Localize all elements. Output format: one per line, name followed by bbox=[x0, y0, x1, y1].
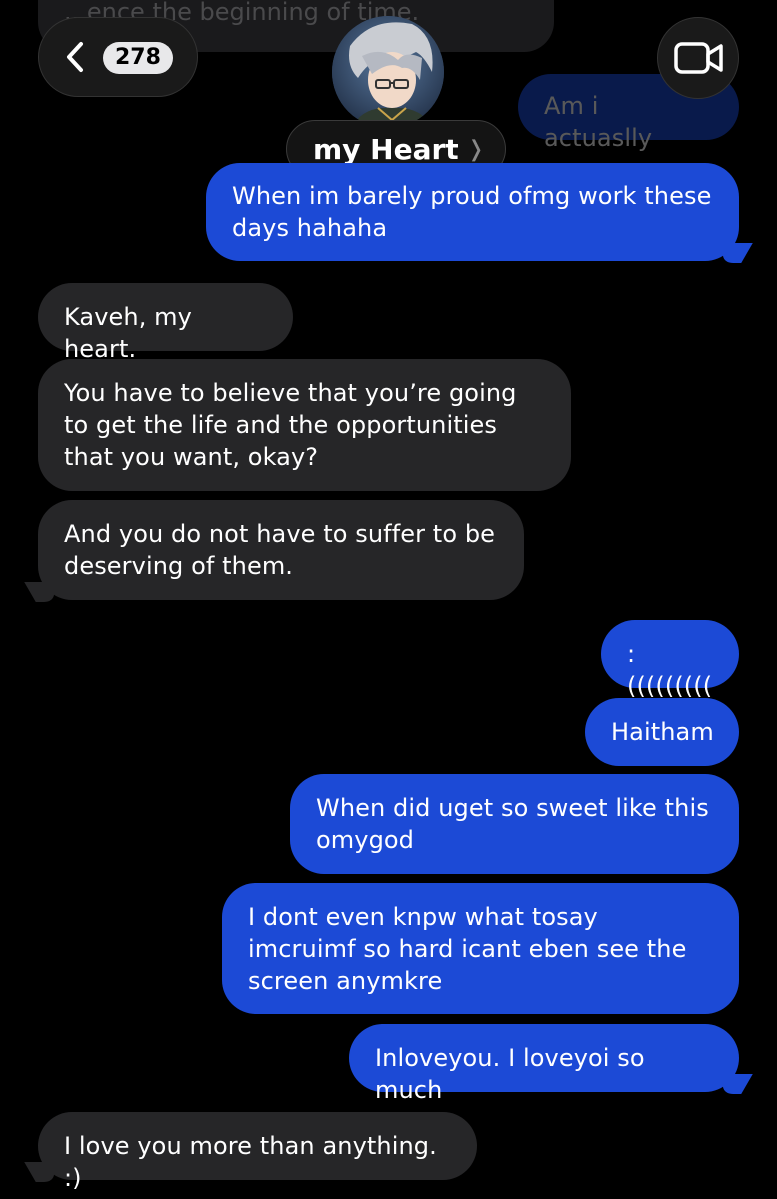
message-bubble-incoming[interactable]: I love you more than anything. :) bbox=[24, 1112, 477, 1192]
message-bubble-incoming[interactable]: Kaveh, my heart. bbox=[38, 283, 293, 363]
message-bubble-outgoing[interactable]: When im barely proud ofmg work these day… bbox=[206, 163, 753, 263]
message-text: You have to believe that you’re going to… bbox=[64, 379, 517, 471]
avatar-portrait-image bbox=[332, 16, 444, 128]
chevron-left-icon bbox=[67, 42, 83, 72]
message-text: I dont even knpw what tosay imcruimf so … bbox=[248, 903, 687, 995]
bubble-tail bbox=[715, 1074, 753, 1094]
bubble-tail bbox=[24, 582, 62, 602]
contact-avatar[interactable] bbox=[332, 16, 444, 128]
video-camera-icon bbox=[674, 42, 723, 74]
message-text: I love you more than anything. :) bbox=[64, 1132, 437, 1192]
message-bubble-incoming[interactable]: You have to believe that you’re going to… bbox=[38, 359, 571, 491]
message-bubble-incoming[interactable]: And you do not have to suffer to be dese… bbox=[24, 500, 524, 602]
message-bubble-outgoing[interactable]: When did uget so sweet like this omygod bbox=[290, 774, 739, 874]
message-bubble-outgoing[interactable]: I dont even knpw what tosay imcruimf so … bbox=[222, 883, 739, 1014]
message-text: When im barely proud ofmg work these day… bbox=[232, 182, 712, 242]
message-bubble-outgoing[interactable]: :((((((((( bbox=[601, 620, 739, 700]
message-text: When did uget so sweet like this omygod bbox=[316, 794, 709, 854]
message-text: Haitham bbox=[611, 718, 714, 746]
message-text: Am i actuaslly bbox=[544, 92, 653, 152]
back-button[interactable]: 278 bbox=[38, 17, 198, 97]
video-call-button[interactable] bbox=[657, 17, 739, 99]
message-text: :((((((((( bbox=[627, 640, 713, 700]
bubble-tail bbox=[715, 243, 753, 263]
message-text: And you do not have to suffer to be dese… bbox=[64, 520, 496, 580]
message-text: Kaveh, my heart. bbox=[64, 303, 192, 363]
message-bubble-outgoing[interactable]: Haitham bbox=[585, 698, 739, 766]
bubble-tail bbox=[24, 1162, 62, 1182]
chevron-right-icon: ❭ bbox=[466, 136, 486, 162]
contact-name: my Heart bbox=[313, 132, 459, 166]
message-text: Inloveyou. I loveyoi so much bbox=[375, 1044, 645, 1104]
message-bubble-outgoing[interactable]: Inloveyou. I loveyoi so much bbox=[349, 1024, 753, 1104]
unread-count-badge: 278 bbox=[103, 42, 173, 74]
